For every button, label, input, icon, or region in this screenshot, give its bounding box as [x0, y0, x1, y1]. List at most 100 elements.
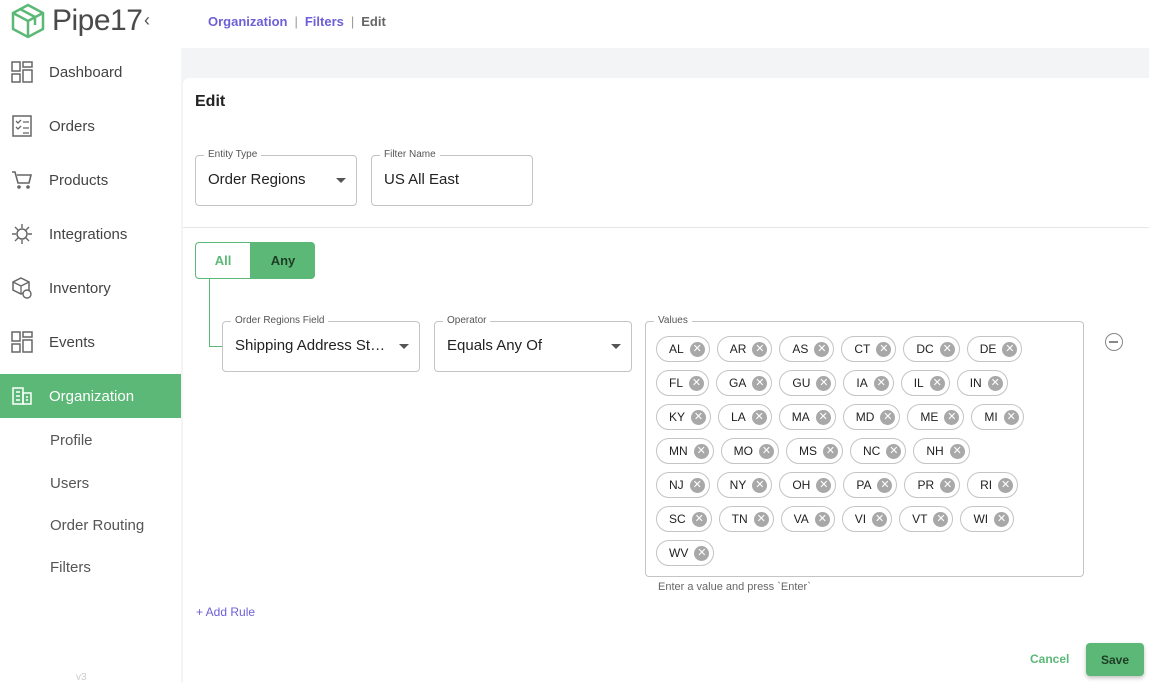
value-chip[interactable]: SC ✕ [656, 506, 712, 532]
remove-chip-icon[interactable]: ✕ [816, 477, 832, 493]
value-chip[interactable]: WI ✕ [960, 506, 1015, 532]
value-chip[interactable]: OH ✕ [779, 472, 837, 498]
value-chip[interactable]: AL ✕ [656, 336, 710, 362]
match-any-button[interactable]: Any [251, 242, 315, 279]
value-chip[interactable]: ME ✕ [907, 404, 965, 430]
sidebar-subitem-order-routing[interactable]: Order Routing [50, 517, 144, 534]
value-chip[interactable]: VT ✕ [899, 506, 954, 532]
save-button[interactable]: Save [1086, 643, 1144, 676]
value-chip[interactable]: TN ✕ [718, 506, 774, 532]
value-chip[interactable]: GU ✕ [779, 370, 837, 396]
remove-chip-icon[interactable]: ✕ [1003, 409, 1019, 425]
cancel-button[interactable]: Cancel [1030, 652, 1069, 666]
sidebar-subitem-profile[interactable]: Profile [50, 432, 93, 449]
remove-chip-icon[interactable]: ✕ [939, 341, 955, 357]
value-chip[interactable]: VI ✕ [841, 506, 893, 532]
operator-select[interactable]: Operator Equals Any Of [434, 315, 632, 372]
breadcrumb-organization[interactable]: Organization [208, 14, 287, 29]
value-chip[interactable]: CT ✕ [841, 336, 897, 362]
remove-chip-icon[interactable]: ✕ [1002, 341, 1018, 357]
value-chip[interactable]: AR ✕ [716, 336, 773, 362]
value-chip[interactable]: IN ✕ [956, 370, 1008, 396]
value-chip[interactable]: WV ✕ [656, 540, 715, 566]
remove-chip-icon[interactable]: ✕ [751, 409, 767, 425]
remove-chip-icon[interactable]: ✕ [689, 477, 705, 493]
value-chip[interactable]: GA ✕ [716, 370, 773, 396]
sidebar-item-organization[interactable]: Organization [0, 374, 181, 418]
remove-chip-icon[interactable]: ✕ [752, 341, 768, 357]
filter-name-field[interactable]: Filter Name US All East [371, 149, 533, 206]
value-chip[interactable]: LA ✕ [718, 404, 772, 430]
remove-chip-icon[interactable]: ✕ [694, 545, 710, 561]
remove-chip-icon[interactable]: ✕ [994, 511, 1010, 527]
value-chip[interactable]: PA ✕ [843, 472, 898, 498]
value-chip[interactable]: IA ✕ [843, 370, 894, 396]
logo[interactable]: Pipe17 [10, 2, 143, 40]
value-chip[interactable]: DE ✕ [966, 336, 1023, 362]
remove-chip-icon[interactable]: ✕ [752, 477, 768, 493]
add-rule-link[interactable]: + Add Rule [196, 605, 255, 619]
value-chip[interactable]: DC ✕ [903, 336, 960, 362]
remove-chip-icon[interactable]: ✕ [691, 409, 707, 425]
value-chip[interactable]: VA ✕ [780, 506, 835, 532]
value-chip[interactable]: MN ✕ [656, 438, 714, 464]
remove-chip-icon[interactable]: ✕ [876, 341, 892, 357]
filter-name-value: US All East [384, 171, 460, 188]
sidebar-item-dashboard[interactable]: Dashboard [0, 50, 181, 94]
value-chip[interactable]: AS ✕ [779, 336, 835, 362]
remove-chip-icon[interactable]: ✕ [814, 511, 830, 527]
value-chip[interactable]: NH ✕ [913, 438, 970, 464]
remove-rule-icon[interactable] [1105, 333, 1123, 351]
sidebar-subitem-users[interactable]: Users [50, 475, 89, 492]
remove-chip-icon[interactable]: ✕ [873, 375, 889, 391]
remove-chip-icon[interactable]: ✕ [752, 375, 768, 391]
value-chip[interactable]: PR ✕ [904, 472, 961, 498]
remove-chip-icon[interactable]: ✕ [816, 375, 832, 391]
remove-chip-icon[interactable]: ✕ [998, 477, 1014, 493]
remove-chip-icon[interactable]: ✕ [929, 375, 945, 391]
sidebar-item-integrations[interactable]: Integrations [0, 212, 181, 256]
value-chip-label: WI [973, 512, 989, 526]
remove-chip-icon[interactable]: ✕ [880, 409, 896, 425]
breadcrumb-filters[interactable]: Filters [305, 14, 344, 29]
remove-chip-icon[interactable]: ✕ [933, 511, 949, 527]
value-chip[interactable]: MA ✕ [778, 404, 836, 430]
remove-chip-icon[interactable]: ✕ [689, 341, 705, 357]
remove-chip-icon[interactable]: ✕ [691, 511, 707, 527]
value-chip[interactable]: IL ✕ [900, 370, 950, 396]
sidebar-item-orders[interactable]: Orders [0, 104, 181, 148]
value-chip[interactable]: MI ✕ [971, 404, 1024, 430]
entity-type-select[interactable]: Entity Type Order Regions [195, 149, 357, 206]
value-chip[interactable]: MD ✕ [842, 404, 901, 430]
sidebar-subitem-filters[interactable]: Filters [50, 559, 91, 576]
value-chip[interactable]: MO ✕ [720, 438, 780, 464]
collapse-sidebar-icon[interactable]: ‹ [144, 10, 150, 31]
remove-chip-icon[interactable]: ✕ [693, 443, 709, 459]
remove-chip-icon[interactable]: ✕ [823, 443, 839, 459]
rule-field-select[interactable]: Order Regions Field Shipping Address Sta… [222, 315, 420, 372]
remove-chip-icon[interactable]: ✕ [759, 443, 775, 459]
remove-chip-icon[interactable]: ✕ [753, 511, 769, 527]
remove-chip-icon[interactable]: ✕ [814, 341, 830, 357]
remove-chip-icon[interactable]: ✕ [886, 443, 902, 459]
remove-chip-icon[interactable]: ✕ [944, 409, 960, 425]
remove-chip-icon[interactable]: ✕ [689, 375, 705, 391]
value-chip[interactable]: NY ✕ [716, 472, 773, 498]
remove-chip-icon[interactable]: ✕ [872, 511, 888, 527]
sidebar-item-inventory[interactable]: Inventory [0, 266, 181, 310]
value-chip[interactable]: RI ✕ [967, 472, 1019, 498]
remove-chip-icon[interactable]: ✕ [987, 375, 1003, 391]
sidebar-item-products[interactable]: Products [0, 158, 181, 202]
value-chip[interactable]: NC ✕ [850, 438, 907, 464]
remove-chip-icon[interactable]: ✕ [949, 443, 965, 459]
value-chip[interactable]: MS ✕ [786, 438, 844, 464]
match-all-button[interactable]: All [195, 242, 251, 279]
remove-chip-icon[interactable]: ✕ [815, 409, 831, 425]
remove-chip-icon[interactable]: ✕ [940, 477, 956, 493]
value-chip[interactable]: NJ ✕ [656, 472, 710, 498]
sidebar-item-events[interactable]: Events [0, 320, 181, 364]
value-chip[interactable]: FL ✕ [656, 370, 710, 396]
values-field[interactable]: Values AL ✕ AR ✕ AS ✕ CT ✕ DC ✕ DE ✕ FL ✕ GA ✕ GU ✕ IA ✕ IL ✕… [645, 315, 1084, 577]
value-chip[interactable]: KY ✕ [656, 404, 712, 430]
remove-chip-icon[interactable]: ✕ [877, 477, 893, 493]
